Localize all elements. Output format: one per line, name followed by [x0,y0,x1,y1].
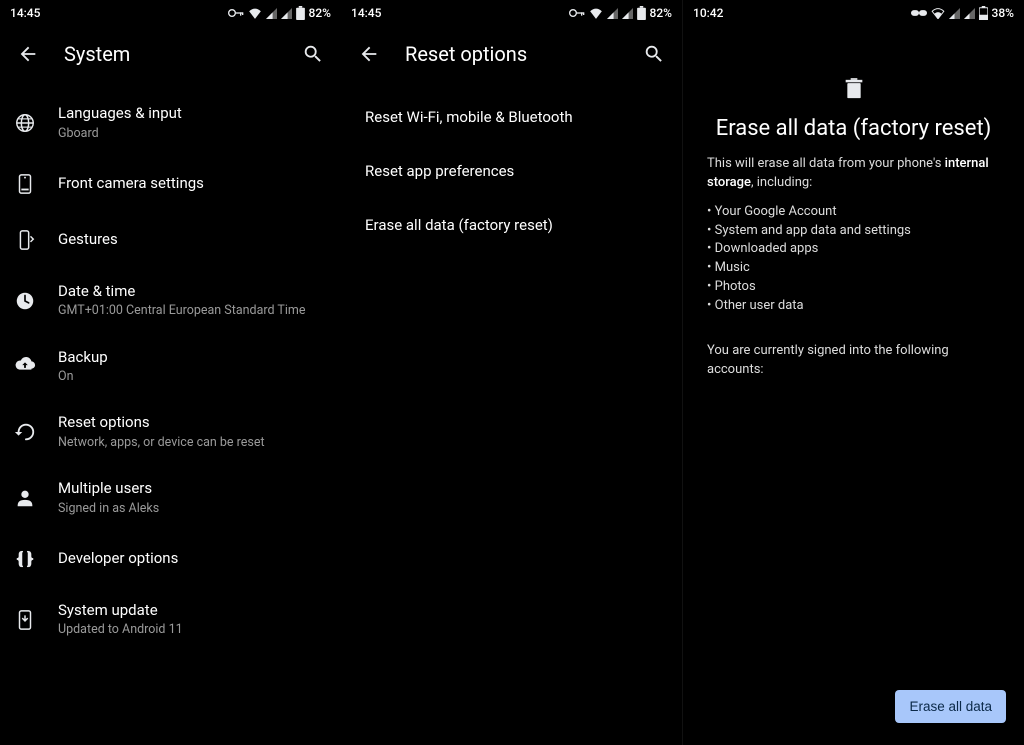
reset-app-preferences[interactable]: Reset app preferences [341,144,682,198]
status-bar: 10:42 38% [683,0,1024,26]
erase-button-row: Erase all data [895,690,1006,723]
item-system-update[interactable]: System update Updated to Android 11 [0,587,341,653]
panel-reset-options: 14:45 82% Reset options Reset Wi-Fi, mob… [341,0,682,745]
item-title: Multiple users [58,479,325,499]
settings-list: Languages & input Gboard Front camera se… [0,82,341,653]
restore-icon [14,421,58,443]
bullet: Other user data [707,297,1000,316]
erase-accounts-note: You are currently signed into the follow… [707,342,1000,380]
back-button[interactable] [8,34,48,74]
erase-all-data[interactable]: Erase all data (factory reset) [341,198,682,252]
item-multiple-users[interactable]: Multiple users Signed in as Aleks [0,465,341,531]
item-sub: GMT+01:00 Central European Standard Time [58,303,325,319]
item-title: Developer options [58,549,325,569]
cloud-upload-icon [14,355,58,377]
status-time: 14:45 [351,6,381,20]
item-title: Gestures [58,230,325,250]
item-title: Languages & input [58,104,325,124]
globe-icon [14,112,58,134]
item-sub: Gboard [58,126,325,142]
signal-icon-2 [964,8,975,19]
erase-lead: This will erase all data from your phone… [707,155,1000,193]
wifi-icon [248,7,262,19]
item-sub: Network, apps, or device can be reset [58,435,325,451]
item-gestures[interactable]: Gestures [0,212,341,268]
status-icons: 38% [911,6,1014,20]
wifi-icon [589,7,603,19]
bullet: Downloaded apps [707,240,1000,259]
wifi-icon [931,7,945,19]
panel-erase-all-data: 10:42 38% Erase all data (factory reset)… [682,0,1024,745]
clock-icon [14,290,58,312]
status-bar: 14:45 82% [0,0,341,26]
item-backup[interactable]: Backup On [0,334,341,400]
status-battery: 82% [309,6,331,20]
signal-icon-2 [281,8,292,19]
bullet: Music [707,259,1000,278]
signal-icon [949,8,960,19]
battery-icon [296,6,305,20]
bullet: System and app data and settings [707,222,1000,241]
back-button[interactable] [349,34,389,74]
status-battery: 82% [650,6,672,20]
status-time: 14:45 [10,6,40,20]
erase-content: Erase all data (factory reset) This will… [683,26,1024,379]
item-title: Front camera settings [58,174,325,194]
item-date-time[interactable]: Date & time GMT+01:00 Central European S… [0,268,341,334]
signal-icon [607,8,618,19]
link-icon [911,8,927,18]
braces-icon [14,548,58,570]
item-reset-options[interactable]: Reset options Network, apps, or device c… [0,399,341,465]
item-developer-options[interactable]: Developer options [0,531,341,587]
erase-lead-pre: This will erase all data from your phone… [707,156,945,171]
item-languages-input[interactable]: Languages & input Gboard [0,90,341,156]
appbar: Reset options [341,26,682,82]
item-title: System update [58,601,325,621]
person-icon [14,487,58,509]
status-icons: 82% [569,6,672,20]
item-front-camera[interactable]: Front camera settings [0,156,341,212]
erase-bullets: Your Google Account System and app data … [707,203,1000,316]
phone-front-icon [14,173,58,195]
status-icons: 82% [228,6,331,20]
bullet: Photos [707,278,1000,297]
signal-icon [266,8,277,19]
status-time: 10:42 [693,6,723,20]
item-title: Backup [58,348,325,368]
item-title: Date & time [58,282,325,302]
reset-wifi-mobile-bluetooth[interactable]: Reset Wi-Fi, mobile & Bluetooth [341,90,682,144]
search-button[interactable] [634,34,674,74]
item-sub: Signed in as Aleks [58,501,325,517]
panel-system: 14:45 82% System Languages & input Gboar… [0,0,341,745]
trash-icon [707,78,1000,104]
key-icon [228,8,244,18]
reset-options-list: Reset Wi-Fi, mobile & Bluetooth Reset ap… [341,82,682,252]
key-icon [569,8,585,18]
erase-lead-post: , including: [751,175,812,190]
page-title: Reset options [405,42,618,66]
gesture-icon [14,229,58,251]
signal-icon-2 [622,8,633,19]
bullet: Your Google Account [707,203,1000,222]
battery-icon [979,6,988,20]
item-title: Reset options [58,413,325,433]
page-title: System [64,42,277,66]
status-bar: 14:45 82% [341,0,682,26]
appbar: System [0,26,341,82]
system-update-icon [14,609,58,631]
item-sub: On [58,369,325,385]
battery-icon [637,6,646,20]
erase-all-data-button[interactable]: Erase all data [895,690,1006,723]
status-battery: 38% [992,6,1014,20]
item-sub: Updated to Android 11 [58,622,325,638]
search-button[interactable] [293,34,333,74]
erase-title: Erase all data (factory reset) [707,116,1000,141]
